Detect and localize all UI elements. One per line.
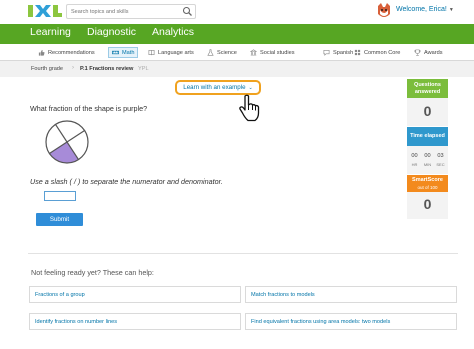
time-elapsed-label: Time elapsed	[410, 133, 445, 139]
search-icon[interactable]	[182, 6, 193, 17]
timer-seconds-label: SEC	[436, 162, 445, 167]
timer-hours: 00	[411, 153, 418, 159]
book-icon	[148, 50, 155, 56]
subject-label: Spanish	[333, 49, 354, 56]
breadcrumb-grade[interactable]: Fourth grade	[31, 66, 63, 72]
speech-icon	[323, 50, 330, 56]
subject-label: Common Core	[364, 49, 401, 56]
questions-answered-header: Questions answered	[407, 79, 448, 98]
questions-answered-value: 0	[423, 103, 432, 119]
hand-cursor-icon	[239, 94, 260, 122]
help-link-match-fractions[interactable]: Match fractions to models	[245, 286, 457, 303]
subject-label: Math	[122, 49, 135, 56]
timer-minutes-label: MIN	[423, 162, 432, 167]
time-elapsed-header: Time elapsed	[407, 127, 448, 146]
search-input[interactable]	[71, 6, 183, 18]
chevron-down-icon: ⌄	[248, 84, 253, 91]
welcome-menu[interactable]: Welcome, Erica! ▼	[396, 6, 454, 13]
help-title: Not feeling ready yet? These can help:	[31, 268, 154, 277]
tab-diagnostic[interactable]: Diagnostic	[87, 26, 136, 38]
ixl-logo[interactable]	[28, 4, 62, 19]
skill-code: YPL	[138, 66, 149, 72]
chevron-down-icon: ▼	[448, 7, 454, 13]
breadcrumb-separator-icon: ›	[72, 65, 74, 71]
subject-label: Language arts	[158, 49, 194, 56]
search-box[interactable]	[66, 4, 196, 19]
learn-with-example-label: Learn with an example	[183, 84, 246, 91]
flask-icon	[207, 49, 214, 56]
top-bar: Welcome, Erica!▼	[0, 0, 474, 24]
subject-recommendations[interactable]: Recommendations	[38, 48, 95, 57]
welcome-text: Welcome, Erica!	[396, 6, 447, 13]
help-link-fractions-of-group[interactable]: Fractions of a group	[29, 286, 241, 303]
breadcrumb: Fourth grade › P.1 Fractions review YPL	[0, 61, 474, 77]
subject-math[interactable]: Math	[108, 47, 139, 58]
subject-label: Science	[217, 49, 237, 56]
subject-bar: Recommendations Math Language arts Scien…	[0, 44, 474, 61]
subject-spanish[interactable]: Spanish	[323, 48, 353, 57]
tab-analytics[interactable]: Analytics	[152, 26, 194, 38]
time-elapsed-panel	[407, 146, 448, 174]
avatar[interactable]	[376, 2, 392, 20]
smartscore-sublabel: out of 100	[417, 184, 438, 190]
tab-learning[interactable]: Learning	[30, 26, 71, 38]
smartscore-value: 0	[423, 196, 432, 212]
submit-button[interactable]: Submit	[36, 213, 83, 226]
timer-seconds: 03	[437, 153, 444, 159]
subject-label: Recommendations	[48, 49, 95, 56]
trophy-icon	[414, 49, 421, 56]
smartscore-header: SmartScore out of 100	[407, 175, 448, 192]
fraction-pie-shape	[45, 120, 89, 164]
landmark-icon	[250, 49, 257, 56]
thumbs-up-icon	[38, 49, 45, 56]
instruction-text: Use a slash ( / ) to separate the numera…	[30, 177, 223, 186]
help-link-equivalent-fractions[interactable]: Find equivalent fractions using area mod…	[245, 313, 457, 330]
questions-answered-label: Questions answered	[414, 81, 441, 95]
smartscore-label: SmartScore	[412, 176, 443, 183]
subject-science[interactable]: Science	[207, 48, 237, 57]
answer-input[interactable]	[44, 191, 76, 201]
subject-awards[interactable]: Awards	[414, 48, 443, 57]
subject-language-arts[interactable]: Language arts	[148, 48, 194, 57]
subject-label: Awards	[424, 49, 443, 56]
section-divider	[28, 253, 458, 254]
grid-icon	[354, 49, 361, 56]
timer-hours-label: HR	[411, 162, 418, 167]
timer-minutes: 00	[424, 153, 431, 159]
help-link-number-lines[interactable]: Identify fractions on number lines	[29, 313, 241, 330]
subject-social-studies[interactable]: Social studies	[250, 48, 295, 57]
breadcrumb-skill: P.1 Fractions review	[80, 66, 134, 72]
main-nav: Learning Diagnostic Analytics	[0, 24, 474, 44]
subject-label: Social studies	[260, 49, 295, 56]
ruler-icon	[112, 50, 119, 55]
question-text: What fraction of the shape is purple?	[30, 104, 148, 113]
subject-common-core[interactable]: Common Core	[354, 48, 400, 57]
